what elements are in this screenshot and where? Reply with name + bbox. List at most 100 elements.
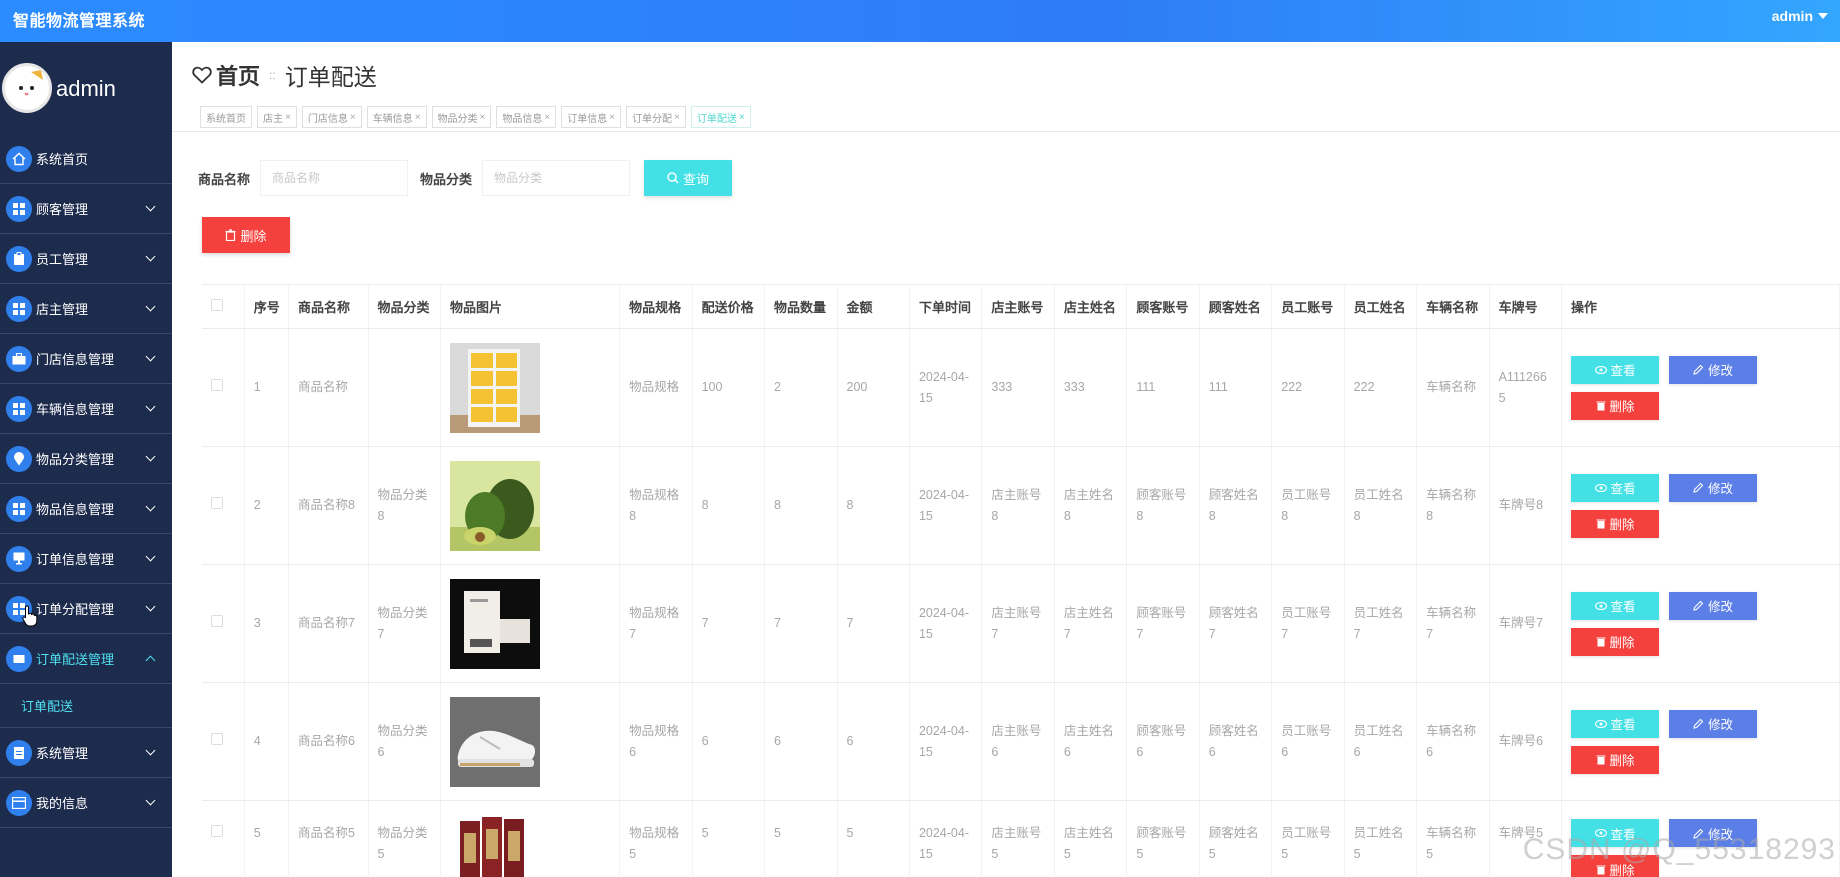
tag-item-category[interactable]: 物品分类 ×: [431, 106, 492, 128]
cell-customer-name: 顾客姓名6: [1199, 682, 1273, 801]
edit-button[interactable]: 修改: [1669, 709, 1758, 738]
select-all-checkbox[interactable]: [211, 299, 223, 311]
chevron-down-icon: [145, 451, 156, 462]
sidebar-item-shop-owners[interactable]: 店主管理: [0, 284, 172, 334]
row-select-cell[interactable]: [202, 564, 245, 683]
cell-owner-account: 店主账号5: [981, 800, 1055, 877]
delivery-icon: [6, 645, 32, 672]
close-icon[interactable]: ×: [350, 112, 356, 123]
tag-order-assignment[interactable]: 订单分配 ×: [626, 106, 686, 128]
row-checkbox[interactable]: [211, 825, 223, 837]
row-select-cell[interactable]: [202, 682, 245, 801]
clipboard-icon: [6, 245, 32, 272]
item-category-label: 物品分类: [420, 171, 473, 187]
row-checkbox[interactable]: [211, 497, 223, 509]
close-icon[interactable]: ×: [674, 112, 680, 123]
sidebar-item-home[interactable]: 系统首页: [0, 134, 172, 184]
row-checkbox[interactable]: [211, 733, 223, 745]
close-icon[interactable]: ×: [739, 112, 745, 123]
delete-button[interactable]: 删除: [1571, 627, 1660, 656]
close-icon[interactable]: ×: [544, 112, 550, 123]
cell-employee-account: 员工账号6: [1271, 682, 1345, 801]
product-name-input[interactable]: [260, 160, 409, 196]
column-header: 物品分类: [368, 284, 442, 329]
cell-vehicle: 车辆名称5: [1416, 800, 1490, 877]
column-header: 下单时间: [909, 284, 983, 329]
watermark: CSDN @Q_55318293: [1522, 833, 1836, 866]
cell-customer-account: 顾客账号5: [1126, 800, 1200, 877]
cell-image: [440, 328, 621, 447]
cell-time: 2024-04-15: [909, 682, 983, 801]
sidebar-item-item-categories[interactable]: 物品分类管理: [0, 434, 172, 484]
close-icon[interactable]: ×: [480, 112, 486, 123]
row-select-cell[interactable]: [202, 800, 245, 877]
edit-button[interactable]: 修改: [1669, 473, 1758, 502]
sidebar-item-orders[interactable]: 订单信息管理: [0, 534, 172, 584]
tag-store-info[interactable]: 门店信息 ×: [301, 106, 362, 128]
tag-item-info[interactable]: 物品信息 ×: [496, 106, 557, 128]
top-bar: 智能物流管理系统 admin: [0, 0, 1840, 42]
batch-delete-button[interactable]: 删除: [202, 217, 290, 253]
cell-owner-name: 333: [1054, 328, 1128, 447]
cell-name: 商品名称7: [288, 564, 369, 683]
sidebar-item-my-info[interactable]: 我的信息: [0, 778, 172, 828]
eye-icon: [1594, 601, 1607, 610]
sidebar-item-order-delivery[interactable]: 订单配送管理: [0, 634, 172, 684]
cell-time: 2024-04-15: [909, 564, 983, 683]
view-button[interactable]: 查看: [1571, 709, 1660, 738]
row-select-cell[interactable]: [202, 446, 245, 565]
view-button[interactable]: 查看: [1571, 355, 1660, 384]
column-header: 员工姓名: [1344, 284, 1418, 329]
user-menu[interactable]: admin: [1772, 8, 1828, 24]
view-button[interactable]: 查看: [1571, 591, 1660, 620]
cell-plate: A1112665: [1489, 328, 1563, 447]
sidebar-subitem-order-delivery[interactable]: 订单配送: [0, 684, 172, 728]
delete-button[interactable]: 删除: [1571, 745, 1660, 774]
column-header: 车牌号: [1489, 284, 1563, 329]
row-checkbox[interactable]: [211, 615, 223, 627]
item-category-input[interactable]: [482, 160, 631, 196]
tag-shop-owner[interactable]: 店主 ×: [257, 106, 297, 128]
sidebar-item-customers[interactable]: 顾客管理: [0, 184, 172, 234]
breadcrumb-home[interactable]: 首页: [216, 59, 260, 91]
tag-home[interactable]: 系统首页: [200, 106, 252, 128]
sidebar-item-system[interactable]: 系统管理: [0, 728, 172, 778]
trash-icon: [225, 229, 236, 241]
location-pin-icon: [6, 445, 32, 472]
select-all-header[interactable]: [202, 284, 245, 329]
cell-category: [368, 328, 442, 447]
cell-no: 4: [244, 682, 290, 801]
tag-order-info[interactable]: 订单信息 ×: [561, 106, 622, 128]
cell-employee-account: 员工账号5: [1271, 800, 1345, 877]
tag-order-delivery[interactable]: 订单配送 ×: [690, 106, 751, 128]
cell-image: [440, 564, 621, 683]
cell-amount: 5: [837, 800, 910, 877]
sidebar-item-items[interactable]: 物品信息管理: [0, 484, 172, 534]
close-icon[interactable]: ×: [609, 112, 615, 123]
column-header: 操作: [1561, 284, 1840, 329]
query-button[interactable]: 查询: [644, 160, 733, 196]
view-button[interactable]: 查看: [1571, 473, 1660, 502]
close-icon[interactable]: ×: [285, 112, 291, 123]
delete-button[interactable]: 删除: [1571, 391, 1660, 420]
table-row: 1 商品名称 物品规格 100 2 200 2024-04-15 333 333…: [202, 328, 1840, 447]
cell-amount: 8: [837, 446, 910, 565]
cell-no: 5: [244, 800, 290, 877]
edit-button[interactable]: 修改: [1669, 355, 1758, 384]
delete-button[interactable]: 删除: [1571, 509, 1660, 538]
cell-no: 3: [244, 564, 290, 683]
chevron-down-icon: [145, 795, 156, 806]
sidebar-item-employees[interactable]: 员工管理: [0, 234, 172, 284]
briefcase-icon: [6, 345, 32, 372]
grid-icon: [6, 495, 32, 522]
sidebar-item-label: 物品分类管理: [36, 452, 115, 467]
tag-bar: 系统首页 店主 × 门店信息 × 车辆信息 × 物品分类 × 物品信息 × 订单信息 × 订…: [200, 106, 751, 128]
tag-vehicle-info[interactable]: 车辆信息 ×: [366, 106, 427, 128]
row-select-cell[interactable]: [202, 328, 245, 447]
close-icon[interactable]: ×: [415, 112, 421, 123]
edit-button[interactable]: 修改: [1669, 591, 1758, 620]
sidebar-item-vehicles[interactable]: 车辆信息管理: [0, 384, 172, 434]
cell-spec: 物品规格7: [619, 564, 693, 683]
row-checkbox[interactable]: [211, 379, 223, 391]
sidebar-item-stores[interactable]: 门店信息管理: [0, 334, 172, 384]
